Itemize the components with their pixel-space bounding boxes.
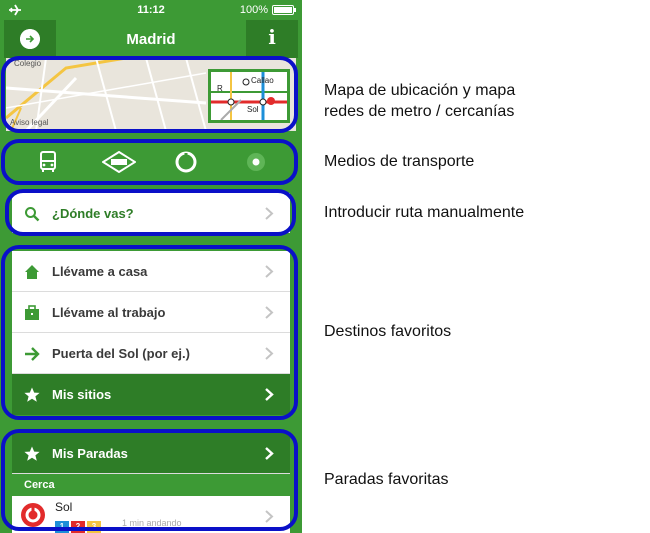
annotation-favorites: Destinos favoritos xyxy=(324,323,452,340)
nearby-section-header: Cerca xyxy=(12,474,290,496)
cercanias-icon[interactable] xyxy=(102,151,136,173)
map-street-label: Colegio xyxy=(14,59,42,68)
fav-item-puerta-del-sol[interactable]: Puerta del Sol (por ej.) xyxy=(12,333,290,374)
metro-label-callao: Callao xyxy=(251,76,274,85)
star-icon xyxy=(24,446,40,461)
annotation-map-line-1: Mapa de ubicación y mapa xyxy=(324,82,516,99)
stop-name: Sol xyxy=(55,500,73,514)
fav-item-home[interactable]: Llévame a casa xyxy=(12,251,290,292)
metro-label-r: R xyxy=(217,84,223,93)
search-route-row[interactable]: ¿Dónde vas? xyxy=(12,193,290,234)
fav-item-label: Llévame al trabajo xyxy=(52,305,166,320)
star-icon xyxy=(24,387,40,402)
nearby-stop-row[interactable]: Sol 123 1 min andando xyxy=(12,496,290,533)
annotation-stops: Paradas favoritas xyxy=(324,471,449,488)
my-stops-row[interactable]: Mis Paradas xyxy=(12,433,290,474)
battery-level: 100% xyxy=(239,4,268,16)
annotation-transport: Medios de transporte xyxy=(324,153,475,170)
status-bar: 11:12 100% xyxy=(0,0,302,20)
chevron-right-icon xyxy=(265,265,274,278)
search-route-card: ¿Dónde vas? xyxy=(12,193,290,233)
chevron-right-icon xyxy=(265,207,274,220)
stop-line-badges: 123 xyxy=(55,516,103,533)
chevron-right-icon xyxy=(265,347,274,360)
info-icon: i xyxy=(268,25,276,49)
search-icon xyxy=(25,207,40,222)
metro-label-sol: Sol xyxy=(247,105,259,114)
line-badge: 2 xyxy=(71,521,85,533)
search-route-label: ¿Dónde vas? xyxy=(52,206,134,221)
favorite-destinations-card: Llévame a casa Llévame al trabajo Puerta… xyxy=(12,251,290,415)
home-icon xyxy=(25,265,39,279)
fav-item-label: Llévame a casa xyxy=(52,264,148,279)
briefcase-icon xyxy=(25,305,39,320)
arrow-right-icon xyxy=(25,347,40,361)
metro-icon[interactable] xyxy=(174,151,198,173)
battery-icon xyxy=(272,5,296,15)
location-dot-icon[interactable] xyxy=(244,151,268,173)
cercanias-stop-icon xyxy=(21,503,45,527)
fav-item-label: Puerta del Sol (por ej.) xyxy=(52,346,190,361)
chevron-right-icon xyxy=(265,306,274,319)
fav-item-work[interactable]: Llévame al trabajo xyxy=(12,292,290,333)
line-badge: 1 xyxy=(55,521,69,533)
chevron-right-icon xyxy=(265,388,274,401)
my-stops-label: Mis Paradas xyxy=(52,446,128,461)
line-badge: 3 xyxy=(87,521,101,533)
location-map[interactable]: Colegio Aviso legal Callao Sol R xyxy=(6,58,296,131)
metro-map-thumbnail[interactable]: Callao Sol R xyxy=(208,69,290,123)
annotation-map-line-2: redes de metro / cercanías xyxy=(324,103,515,120)
fav-item-label: Mis sitios xyxy=(52,387,112,402)
nav-bar: Madrid i xyxy=(0,20,302,58)
favorite-stops-card: Mis Paradas Cerca Sol 123 1 min andando xyxy=(12,433,290,533)
map-legal-link[interactable]: Aviso legal xyxy=(10,118,49,127)
annotation-route: Introducir ruta manualmente xyxy=(324,204,525,221)
chevron-right-icon xyxy=(265,510,274,523)
transport-modes-bar xyxy=(6,141,296,183)
app-screen: 11:12 100% Madrid i Colegio Aviso legal … xyxy=(0,0,302,533)
annotation-map: Mapa de ubicación y mapa redes de metro … xyxy=(324,80,515,122)
fav-item-my-places[interactable]: Mis sitios xyxy=(12,374,290,415)
bus-icon[interactable] xyxy=(36,151,60,173)
info-button[interactable]: i xyxy=(246,20,298,58)
stop-walk-time: 1 min andando xyxy=(122,518,182,528)
chevron-right-icon xyxy=(265,447,274,460)
